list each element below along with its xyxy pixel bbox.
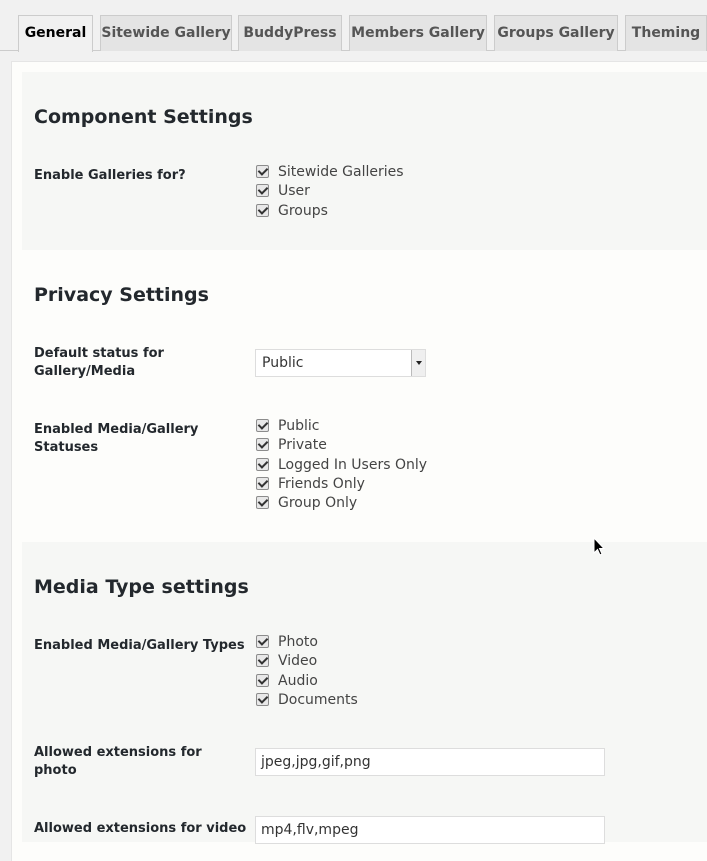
checkbox-label: Audio: [278, 672, 318, 689]
checkbox-label: Video: [278, 652, 318, 669]
checkbox-checked-icon[interactable]: [256, 654, 269, 667]
checkbox-label: Public: [278, 417, 320, 434]
enabled-types-label: Enabled Media/Gallery Types: [34, 638, 245, 653]
checkbox-friends-only[interactable]: Friends Only: [256, 474, 365, 493]
checkbox-label: Photo: [278, 633, 318, 650]
checkbox-sitewide-galleries[interactable]: Sitewide Galleries: [256, 162, 404, 181]
checkbox-label: Friends Only: [278, 475, 365, 492]
video-extensions-input[interactable]: mp4,flv,mpeg: [255, 816, 605, 844]
checkbox-video[interactable]: Video: [256, 651, 317, 670]
checkbox-checked-icon[interactable]: [256, 438, 269, 451]
checkbox-label: Documents: [278, 691, 358, 708]
select-value: Public: [262, 355, 304, 371]
tab-buddypress[interactable]: BuddyPress: [238, 15, 342, 51]
media-type-settings-title: Media Type settings: [34, 576, 249, 598]
tab-members-gallery[interactable]: Members Gallery: [349, 15, 487, 51]
tab-groups-gallery[interactable]: Groups Gallery: [494, 15, 618, 51]
checkbox-logged-in-users-only[interactable]: Logged In Users Only: [256, 455, 427, 474]
checkbox-group-only[interactable]: Group Only: [256, 493, 357, 512]
component-settings-section: [22, 72, 707, 250]
checkbox-documents[interactable]: Documents: [256, 690, 358, 709]
checkbox-checked-icon[interactable]: [256, 477, 269, 490]
checkbox-user[interactable]: User: [256, 181, 310, 200]
tab-theming[interactable]: Theming: [625, 15, 707, 51]
default-status-select[interactable]: Public: [255, 349, 426, 377]
checkbox-checked-icon[interactable]: [256, 204, 269, 217]
checkbox-audio[interactable]: Audio: [256, 671, 318, 690]
component-settings-title: Component Settings: [34, 106, 253, 128]
enabled-statuses-label: Enabled Media/Gallery Statuses: [34, 422, 199, 455]
tab-general[interactable]: General: [18, 15, 93, 52]
photo-extensions-input[interactable]: jpeg,jpg,gif,png: [255, 748, 605, 776]
checkbox-groups[interactable]: Groups: [256, 201, 328, 220]
mouse-cursor-icon: [593, 537, 606, 556]
checkbox-checked-icon[interactable]: [256, 635, 269, 648]
checkbox-checked-icon[interactable]: [256, 165, 269, 178]
photo-extensions-label: Allowed extensions for photo: [34, 745, 202, 778]
checkbox-checked-icon[interactable]: [256, 693, 269, 706]
checkbox-checked-icon[interactable]: [256, 674, 269, 687]
default-status-label: Default status for Gallery/Media: [34, 346, 164, 379]
checkbox-label: Sitewide Galleries: [278, 163, 404, 180]
settings-tabs: General Sitewide Gallery BuddyPress Memb…: [0, 0, 707, 52]
checkbox-label: Private: [278, 436, 327, 453]
checkbox-label: User: [278, 182, 310, 199]
checkbox-label: Group Only: [278, 494, 358, 511]
checkbox-private[interactable]: Private: [256, 435, 327, 454]
checkbox-label: Groups: [278, 202, 328, 219]
checkbox-checked-icon[interactable]: [256, 496, 269, 509]
checkbox-checked-icon[interactable]: [256, 419, 269, 432]
tab-sitewide-gallery[interactable]: Sitewide Gallery: [100, 15, 232, 51]
checkbox-label: Logged In Users Only: [278, 456, 428, 473]
privacy-settings-title: Privacy Settings: [34, 284, 209, 306]
dropdown-arrow-icon[interactable]: [411, 350, 425, 376]
enable-galleries-label: Enable Galleries for?: [34, 168, 186, 183]
checkbox-public[interactable]: Public: [256, 416, 319, 435]
checkbox-photo[interactable]: Photo: [256, 632, 318, 651]
checkbox-checked-icon[interactable]: [256, 458, 269, 471]
video-extensions-label: Allowed extensions for video: [34, 821, 247, 836]
checkbox-checked-icon[interactable]: [256, 184, 269, 197]
